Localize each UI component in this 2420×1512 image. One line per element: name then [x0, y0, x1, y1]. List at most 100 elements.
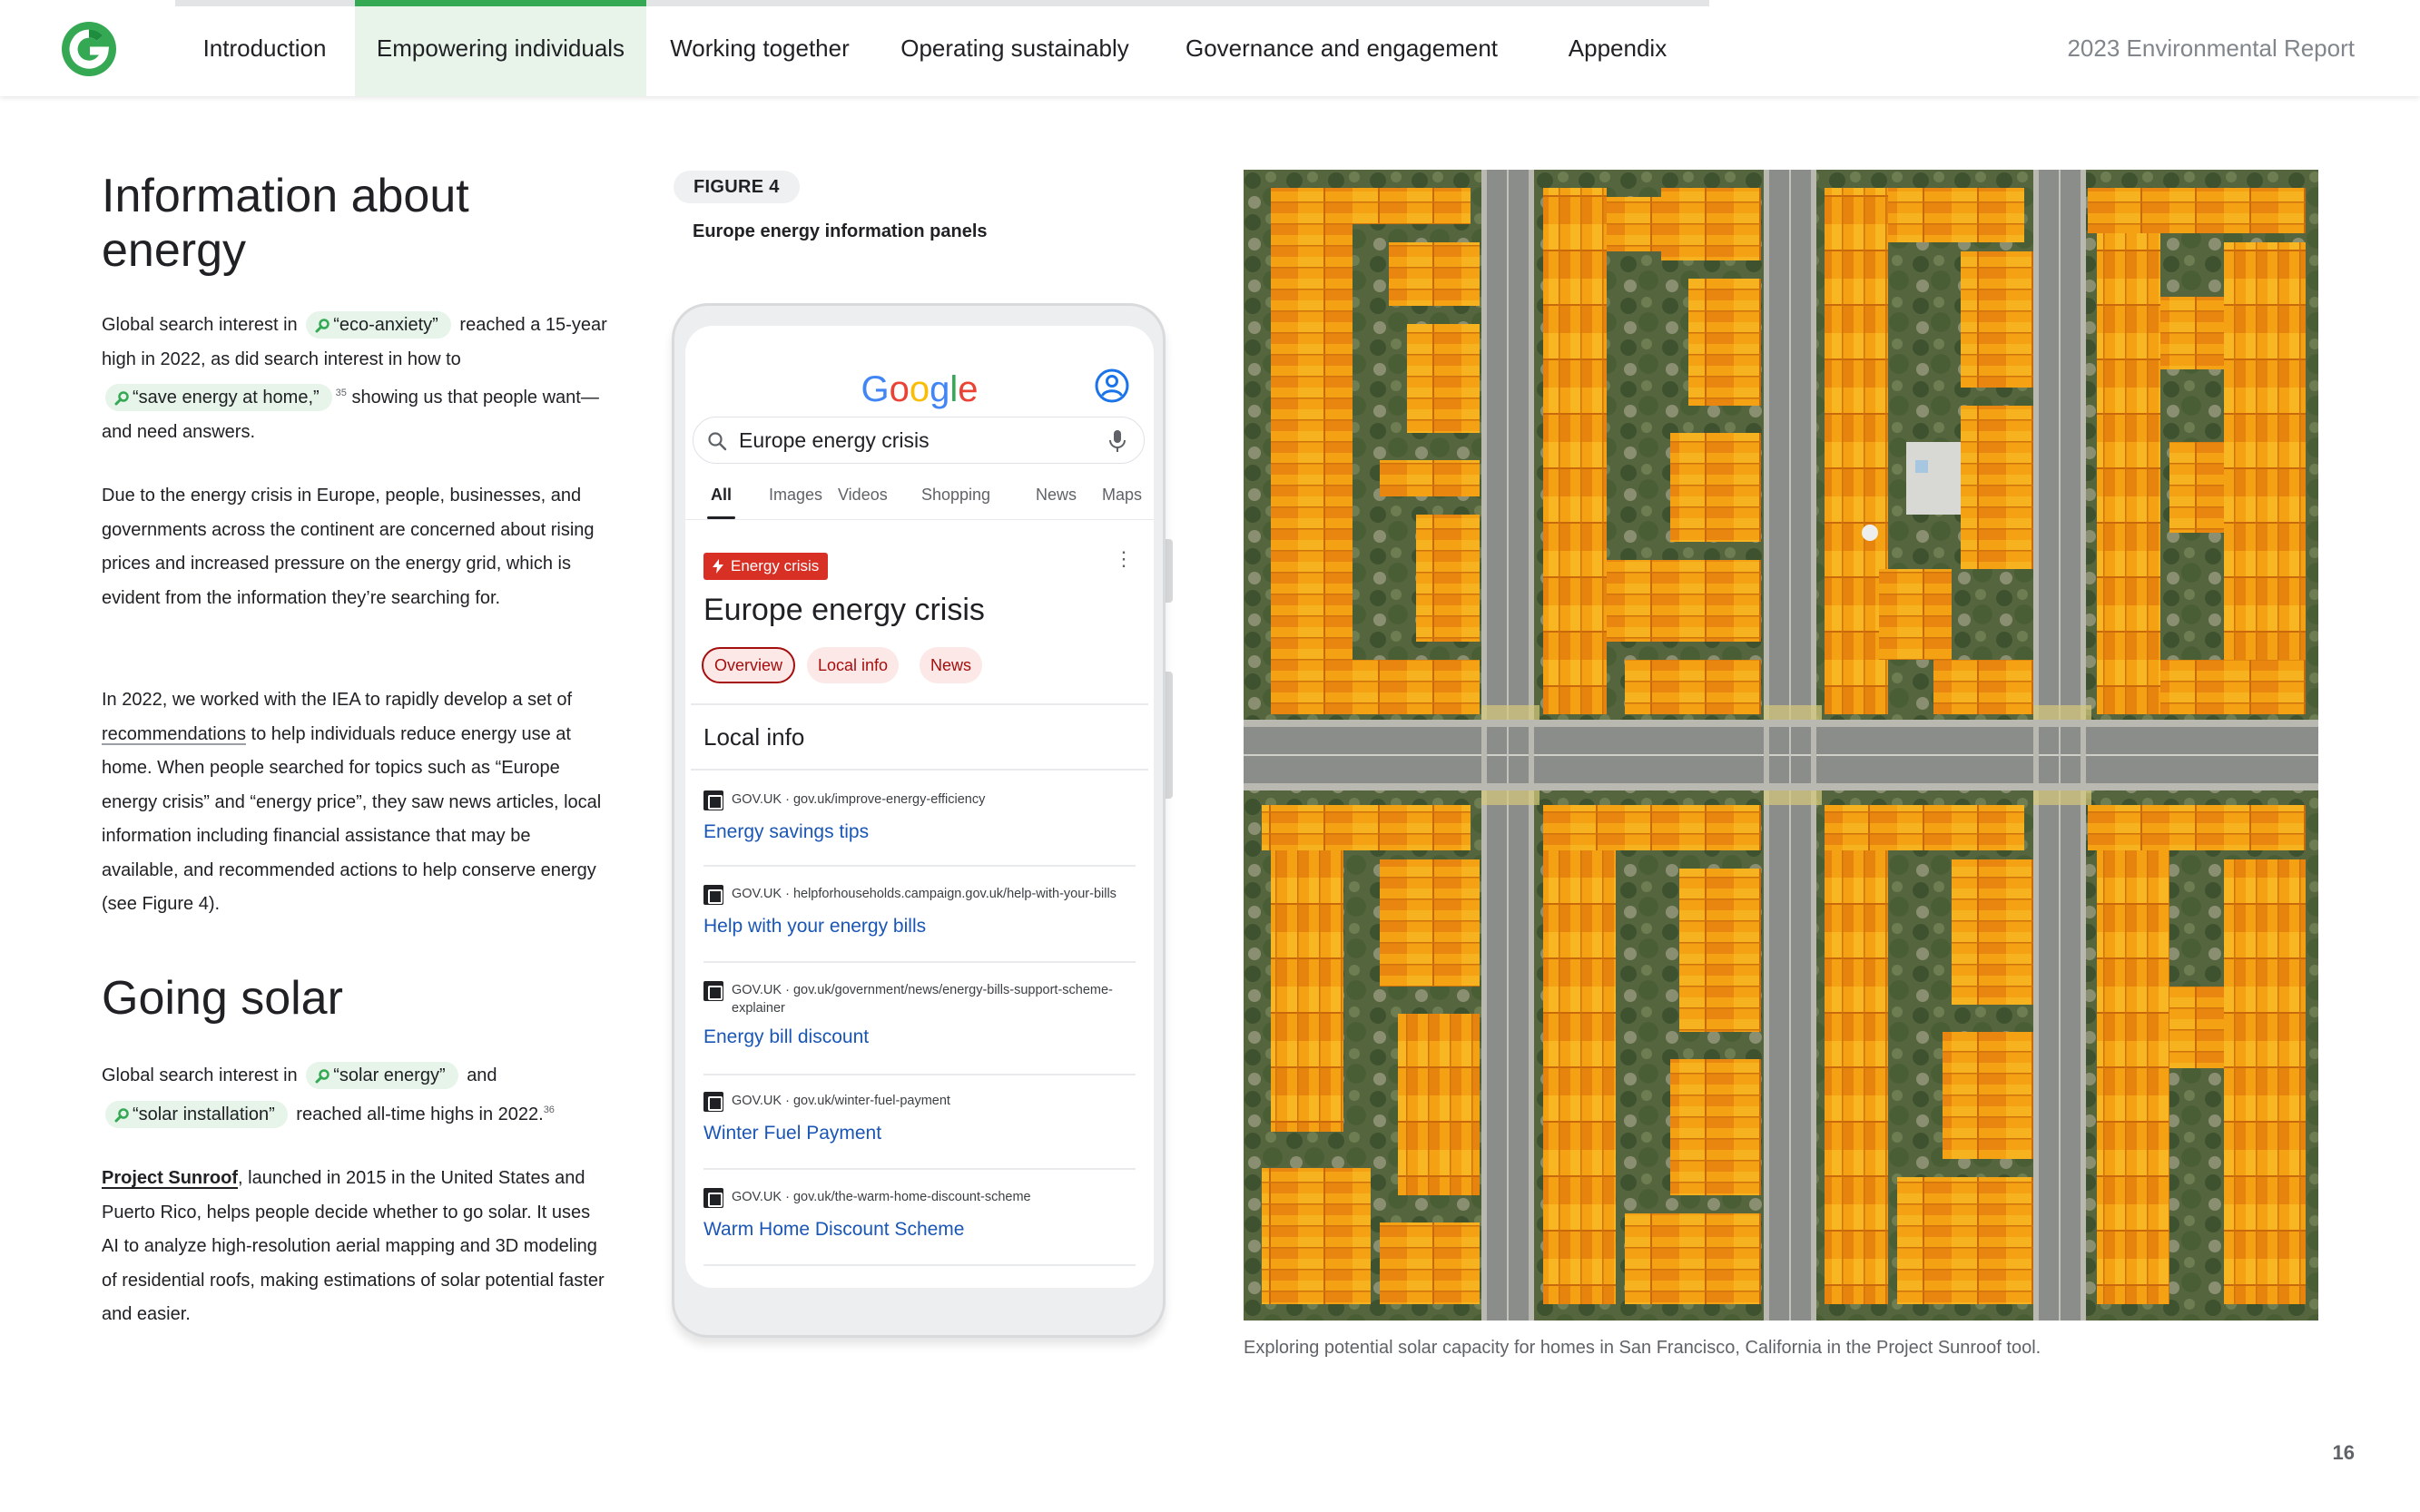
gov-uk-crest-icon — [703, 790, 723, 810]
energy-paragraph-2: Due to the energy crisis in Europe, peop… — [102, 486, 595, 608]
search-chip-solar-installation[interactable]: “solar installation” — [105, 1100, 288, 1128]
search-chip-save-energy[interactable]: “save energy at home,” — [105, 384, 332, 411]
divider — [703, 1264, 1136, 1266]
text: In 2022, we worked with the IEA to rapid… — [102, 690, 573, 710]
knowledge-panel-title: Europe energy crisis — [703, 593, 985, 627]
gov-uk-crest-icon — [703, 981, 723, 1001]
solar-paragraph-1: Global search interest in “solar energy”… — [102, 1059, 610, 1132]
nav-tab-label: Working together — [670, 34, 850, 62]
phone-mockup: Google All Images Videos Shopping News M… — [672, 303, 1166, 1338]
search-tabs: All Images Videos Shopping News Maps — [685, 480, 1154, 520]
gov-uk-crest-icon — [703, 1092, 723, 1112]
phone-button — [1166, 539, 1173, 603]
footnote-36[interactable]: 36 — [544, 1105, 555, 1115]
result-title-link[interactable]: Warm Home Discount Scheme — [703, 1219, 1141, 1241]
top-navigation: Introduction Empowering individuals Work… — [0, 0, 2420, 96]
energy-crisis-badge: Energy crisis — [703, 553, 829, 580]
nav-tab-label: Introduction — [202, 34, 327, 62]
google-logo: Google — [861, 369, 979, 409]
solar-paragraph-2: Project Sunroof, launched in 2015 in the… — [102, 1162, 610, 1332]
result-item[interactable]: GOV.UK · gov.uk/government/news/energy-b… — [703, 981, 1141, 1048]
divider — [703, 1168, 1136, 1170]
text: , launched in 2015 in the United States … — [102, 1168, 605, 1324]
text: Global search interest in — [102, 315, 298, 335]
text: reached all-time highs in 2022. — [296, 1104, 544, 1124]
result-title-link[interactable]: Energy savings tips — [703, 821, 1141, 843]
text: and — [467, 1065, 497, 1085]
lightning-icon — [713, 559, 723, 574]
nav-tab-label: Appendix — [1568, 34, 1667, 62]
result-item[interactable]: GOV.UK · helpforhouseholds.campaign.gov.… — [703, 885, 1141, 938]
nav-tab-working-together[interactable]: Working together — [646, 0, 873, 96]
search-tab-news[interactable]: News — [1036, 486, 1077, 505]
phone-screen: Google All Images Videos Shopping News M… — [685, 326, 1154, 1288]
search-tab-shopping[interactable]: Shopping — [921, 486, 990, 505]
result-title-link[interactable]: Help with your energy bills — [703, 916, 1141, 938]
local-info-heading: Local info — [703, 723, 805, 751]
page-number: 16 — [2332, 1441, 2355, 1464]
search-tab-images[interactable]: Images — [769, 486, 822, 505]
figure-caption: Europe energy information panels — [693, 221, 988, 241]
pill-overview[interactable]: Overview — [702, 647, 796, 683]
text: to help individuals reduce energy use at… — [102, 723, 602, 915]
search-icon — [114, 1107, 129, 1122]
footnote-35[interactable]: 35 — [336, 388, 347, 398]
more-options-icon[interactable]: ⋮ — [1114, 549, 1134, 569]
result-source: GOV.UK · gov.uk/winter-fuel-payment — [732, 1094, 950, 1108]
divider — [691, 769, 1148, 771]
divider — [703, 961, 1136, 963]
search-tab-videos[interactable]: Videos — [838, 486, 888, 505]
chip-label: “solar installation” — [133, 1104, 275, 1124]
result-item[interactable]: GOV.UK · gov.uk/the-warm-home-discount-s… — [703, 1188, 1141, 1241]
google-g-logo-icon[interactable] — [60, 20, 118, 78]
result-title-link[interactable]: Energy bill discount — [703, 1026, 1141, 1048]
result-title-link[interactable]: Winter Fuel Payment — [703, 1123, 1141, 1144]
recommendations-link[interactable]: recommendations — [102, 724, 246, 744]
search-chip-solar-energy[interactable]: “solar energy” — [306, 1062, 458, 1089]
search-box[interactable] — [693, 417, 1145, 464]
solar-heading: Going solar — [102, 972, 343, 1025]
microphone-icon[interactable] — [1107, 428, 1127, 454]
result-source: GOV.UK · gov.uk/government/news/energy-b… — [732, 983, 1113, 1016]
search-input[interactable] — [739, 427, 1084, 454]
nav-tab-governance-and-engagement[interactable]: Governance and engagement — [1156, 0, 1527, 96]
nav-tab-label: Governance and engagement — [1185, 34, 1499, 62]
result-item[interactable]: GOV.UK · gov.uk/winter-fuel-payment Wint… — [703, 1092, 1141, 1144]
energy-heading: Information about energy — [102, 170, 469, 277]
chip-label: “eco-anxiety” — [333, 315, 438, 335]
search-icon — [708, 432, 727, 451]
pill-news[interactable]: News — [920, 647, 983, 683]
search-icon — [114, 391, 129, 406]
result-source: GOV.UK · gov.uk/the-warm-home-discount-s… — [732, 1190, 1031, 1204]
solar-heatmap-map — [1244, 170, 2318, 1321]
account-avatar-icon[interactable] — [1094, 368, 1130, 404]
report-title: 2023 Environmental Report — [2067, 34, 2355, 62]
divider — [703, 865, 1136, 867]
nav-tab-appendix[interactable]: Appendix — [1527, 0, 1708, 96]
image-caption: Exploring potential solar capacity for h… — [1244, 1338, 2041, 1358]
energy-paragraph-3: In 2022, we worked with the IEA to rapid… — [102, 683, 610, 922]
result-item[interactable]: GOV.UK · gov.uk/improve-energy-efficienc… — [703, 790, 1141, 843]
project-sunroof-link[interactable]: Project Sunroof — [102, 1168, 238, 1188]
result-source: GOV.UK · gov.uk/improve-energy-efficienc… — [732, 792, 986, 807]
energy-paragraph-1: Global search interest in “eco-anxiety” … — [102, 309, 610, 449]
result-source: GOV.UK · helpforhouseholds.campaign.gov.… — [732, 887, 1117, 901]
gov-uk-crest-icon — [703, 1188, 723, 1208]
project-sunroof-aerial-image — [1244, 170, 2318, 1321]
text: Global search interest in — [102, 1065, 298, 1085]
nav-tab-label: Empowering individuals — [376, 34, 625, 62]
pill-local-info[interactable]: Local info — [807, 647, 900, 683]
nav-tab-empowering-individuals[interactable]: Empowering individuals — [355, 0, 646, 96]
divider — [691, 703, 1148, 705]
gov-uk-crest-icon — [703, 885, 723, 905]
search-tab-maps[interactable]: Maps — [1102, 486, 1142, 505]
chip-label: “solar energy” — [333, 1065, 446, 1085]
nav-tab-operating-sustainably[interactable]: Operating sustainably — [873, 0, 1156, 96]
search-chip-eco-anxiety[interactable]: “eco-anxiety” — [306, 311, 451, 339]
search-icon — [315, 1069, 330, 1084]
figure-badge: FIGURE 4 — [674, 171, 800, 203]
nav-tab-label: Operating sustainably — [900, 34, 1129, 62]
search-icon — [315, 319, 330, 333]
search-tab-all[interactable]: All — [706, 486, 736, 519]
nav-tab-introduction[interactable]: Introduction — [175, 0, 354, 96]
